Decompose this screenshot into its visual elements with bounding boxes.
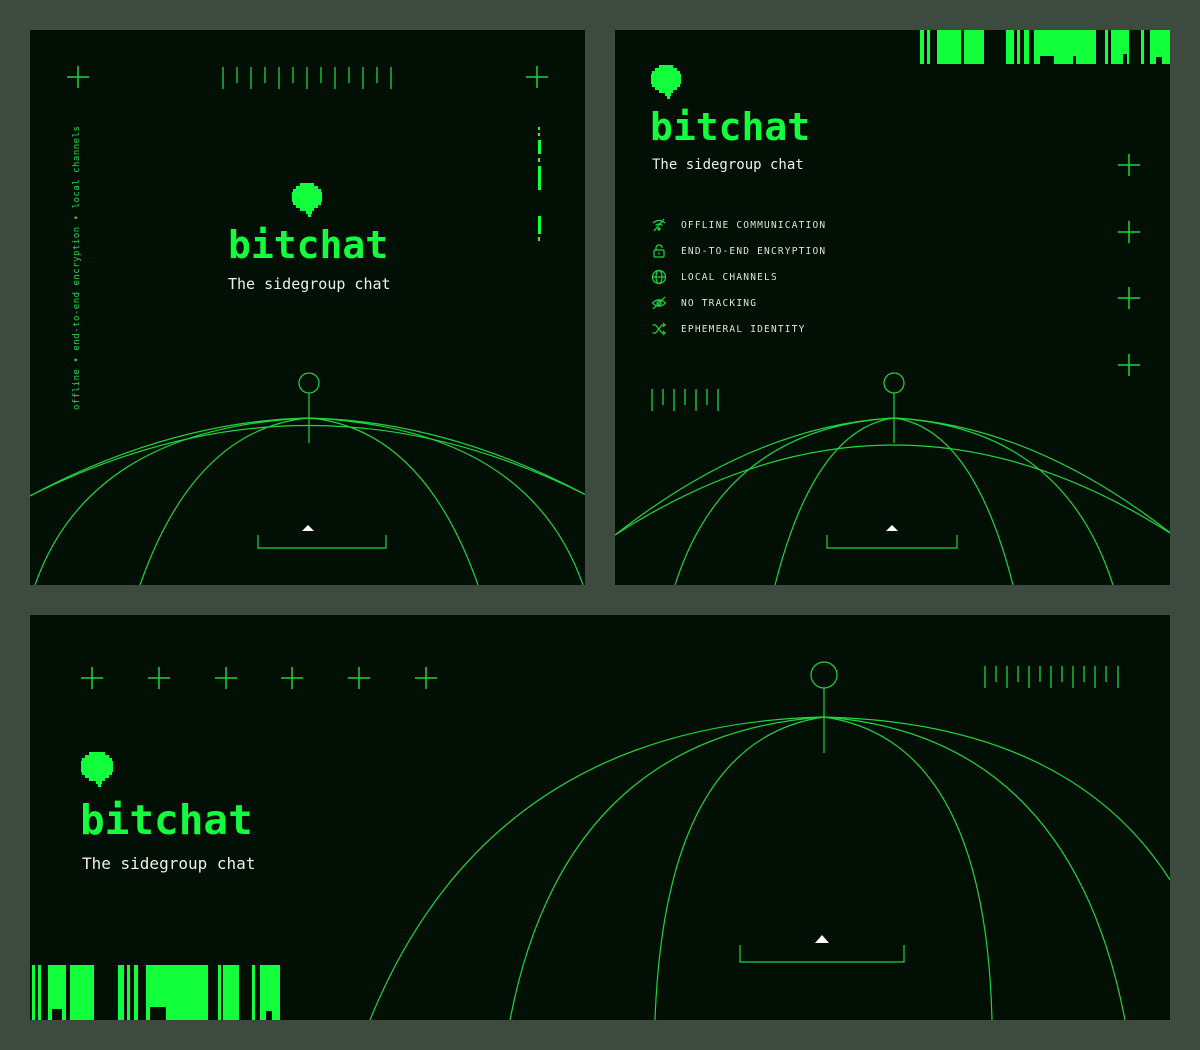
crosshair-icon <box>1118 154 1140 176</box>
chat-bubble-logo-icon <box>292 183 322 217</box>
caption-separator: • <box>72 214 82 221</box>
crosshair-icon <box>81 667 103 689</box>
globe-illustration <box>30 372 585 585</box>
tick-marks <box>222 67 392 89</box>
chat-bubble-logo-icon <box>81 752 113 787</box>
feature-item: LOCAL CHANNELS <box>651 264 826 290</box>
shuffle-icon <box>652 322 666 336</box>
crosshair-icon <box>526 66 548 88</box>
globe-icon <box>651 269 667 285</box>
crosshair-icon <box>148 667 170 689</box>
crosshair-icon <box>215 667 237 689</box>
up-arrow-icon <box>886 525 898 531</box>
brand-title: bitchat <box>80 796 253 844</box>
feature-list: OFFLINE COMMUNICATION END-TO-END ENCRYPT… <box>651 212 826 342</box>
crosshair-icon <box>348 667 370 689</box>
feature-item: OFFLINE COMMUNICATION <box>651 212 826 238</box>
caption-encryption: end-to-end encryption <box>72 226 82 351</box>
eye-off-icon <box>651 296 667 310</box>
up-arrow-icon <box>302 525 314 531</box>
feature-label: EPHEMERAL IDENTITY <box>681 323 806 335</box>
feature-label: LOCAL CHANNELS <box>681 271 778 283</box>
tick-marks <box>651 389 719 411</box>
feature-item: END-TO-END ENCRYPTION <box>651 238 826 264</box>
crosshair-icon <box>67 66 89 88</box>
brand-tagline: The sidegroup chat <box>652 157 804 173</box>
caption-local-channels: local channels <box>72 125 82 209</box>
square-poster-centered: offline • end-to-end encryption • local chan… <box>30 30 585 585</box>
brand-tagline: The sidegroup chat <box>228 275 391 293</box>
square-poster-features: bitchat The sidegroup chat OFFLINE COMMU… <box>615 30 1170 585</box>
crosshair-icon <box>415 667 437 689</box>
globe-illustration <box>615 372 1170 585</box>
wifi-off-icon <box>652 218 666 232</box>
globe-illustration <box>369 661 1170 1020</box>
crosshair-icon <box>281 667 303 689</box>
caption-offline: offline <box>72 368 82 410</box>
feature-item: EPHEMERAL IDENTITY <box>651 316 826 342</box>
chat-bubble-logo-icon <box>651 65 681 99</box>
brand-tagline: The sidegroup chat <box>82 854 256 873</box>
crosshair-icon <box>1118 221 1140 243</box>
signal-bars <box>538 127 541 241</box>
feature-item: NO TRACKING <box>651 290 826 316</box>
brand-title: bitchat <box>650 105 811 149</box>
feature-label: OFFLINE COMMUNICATION <box>681 219 827 231</box>
feature-label: NO TRACKING <box>681 297 758 309</box>
up-arrow-icon <box>815 935 829 943</box>
feature-label: END-TO-END ENCRYPTION <box>681 245 827 257</box>
side-caption: offline • end-to-end encryption • local chan… <box>72 126 82 410</box>
brand-title: bitchat <box>228 223 389 267</box>
crosshair-icon <box>1118 354 1140 376</box>
poster-artwork <box>30 66 585 585</box>
tick-marks <box>984 666 1119 688</box>
lock-icon <box>653 244 665 258</box>
crosshair-icon <box>1118 287 1140 309</box>
caption-separator: • <box>72 356 82 363</box>
wide-banner: bitchat The sidegroup chat <box>30 615 1170 1020</box>
